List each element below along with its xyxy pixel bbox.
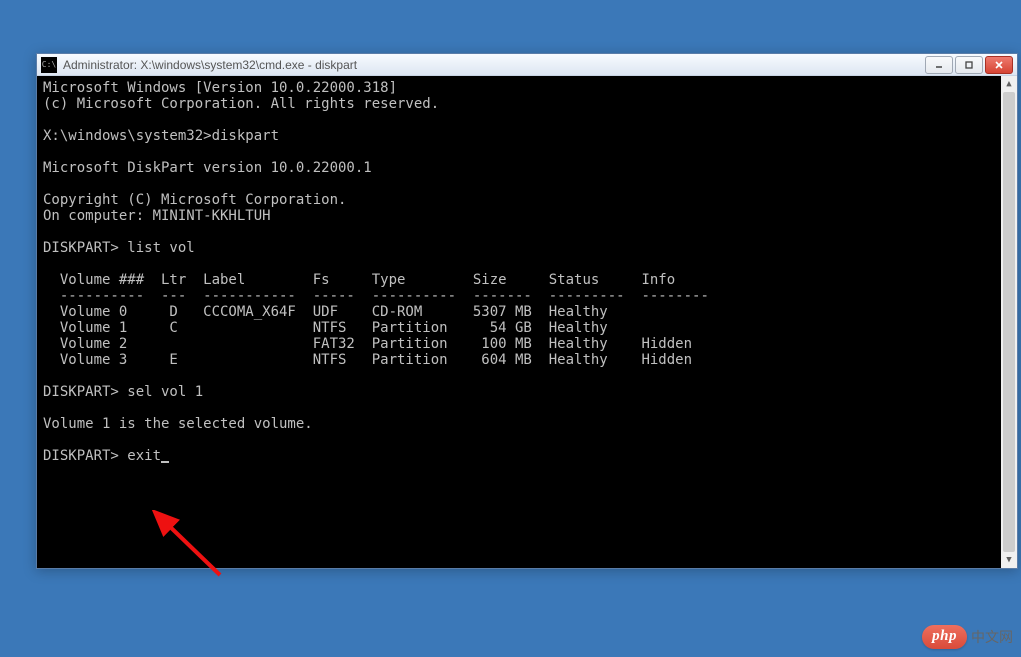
console-output[interactable]: Microsoft Windows [Version 10.0.22000.31… <box>37 76 1017 568</box>
prompt-diskpart: X:\windows\system32>diskpart <box>43 128 279 144</box>
close-button[interactable] <box>985 56 1013 74</box>
volume-row: Volume 0 D CCCOMA_X64F UDF CD-ROM 5307 M… <box>43 304 608 320</box>
computer-name: On computer: MININT-KKHLTUH <box>43 208 271 224</box>
scroll-thumb[interactable] <box>1003 92 1015 552</box>
diskpart-version: Microsoft DiskPart version 10.0.22000.1 <box>43 160 372 176</box>
cmd-exit: DISKPART> exit <box>43 448 161 464</box>
window-controls <box>925 56 1013 74</box>
titlebar[interactable]: C:\ Administrator: X:\windows\system32\c… <box>37 54 1017 76</box>
cmd-sel-vol: DISKPART> sel vol 1 <box>43 384 203 400</box>
diskpart-copyright: Copyright (C) Microsoft Corporation. <box>43 192 346 208</box>
maximize-button[interactable] <box>955 56 983 74</box>
watermark: php 中文网 <box>922 625 1013 649</box>
copyright-line: (c) Microsoft Corporation. All rights re… <box>43 96 439 112</box>
volume-table-divider: ---------- --- ----------- ----- -------… <box>43 288 709 304</box>
php-badge: php <box>922 625 967 649</box>
sel-vol-result: Volume 1 is the selected volume. <box>43 416 313 432</box>
scroll-up-icon[interactable]: ▲ <box>1001 76 1017 92</box>
watermark-text: 中文网 <box>971 627 1013 647</box>
text-cursor <box>161 461 169 463</box>
version-line: Microsoft Windows [Version 10.0.22000.31… <box>43 80 397 96</box>
volume-table-header: Volume ### Ltr Label Fs Type Size Status… <box>43 272 675 288</box>
cmd-icon: C:\ <box>41 57 57 73</box>
cmd-list-vol: DISKPART> list vol <box>43 240 195 256</box>
scrollbar[interactable]: ▲ ▼ <box>1001 76 1017 568</box>
window-title: Administrator: X:\windows\system32\cmd.e… <box>63 58 925 72</box>
volume-row: Volume 3 E NTFS Partition 604 MB Healthy… <box>43 352 692 368</box>
minimize-button[interactable] <box>925 56 953 74</box>
scroll-down-icon[interactable]: ▼ <box>1001 552 1017 568</box>
volume-row: Volume 2 FAT32 Partition 100 MB Healthy … <box>43 336 692 352</box>
volume-row: Volume 1 C NTFS Partition 54 GB Healthy <box>43 320 608 336</box>
cmd-window: C:\ Administrator: X:\windows\system32\c… <box>36 53 1018 569</box>
